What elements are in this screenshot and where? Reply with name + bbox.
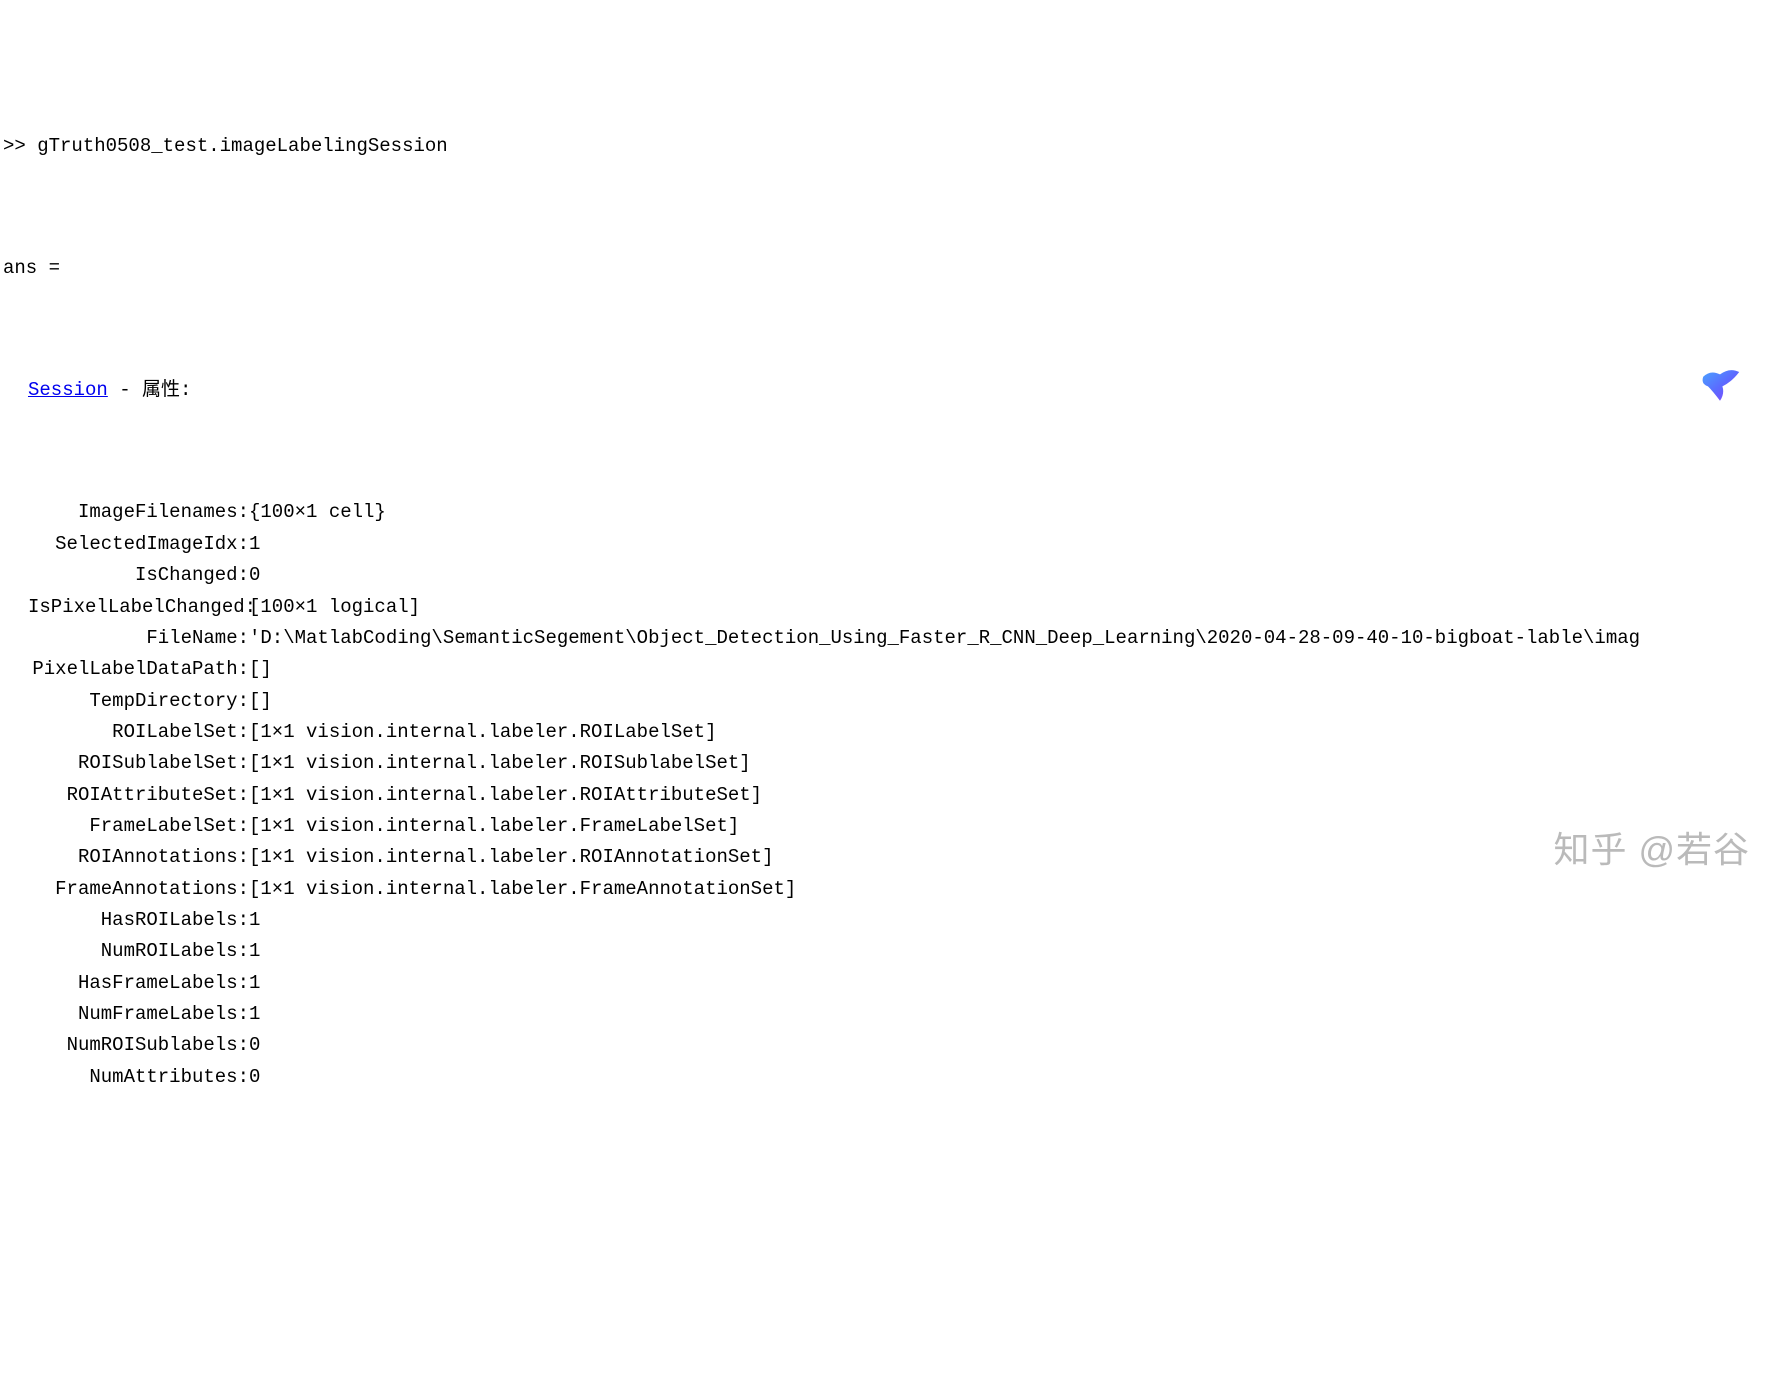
property-name: FrameAnnotations:: [28, 874, 249, 905]
property-name: FileName:: [28, 623, 249, 654]
property-row: NumROISublabels: 0: [0, 1030, 1772, 1061]
property-row: SelectedImageIdx: 1: [0, 529, 1772, 560]
property-value: [1×1 vision.internal.labeler.ROIAttribut…: [249, 780, 762, 811]
property-row: FrameLabelSet: [1×1 vision.internal.labe…: [0, 811, 1772, 842]
session-header: Session - 属性:: [0, 375, 1772, 406]
property-name: ImageFilenames:: [28, 497, 249, 528]
property-value: [1×1 vision.internal.labeler.ROISublabel…: [249, 748, 751, 779]
property-value: 0: [249, 560, 260, 591]
property-value: 1: [249, 529, 260, 560]
property-row: IsPixelLabelChanged: [100×1 logical]: [0, 592, 1772, 623]
property-name: TempDirectory:: [28, 686, 249, 717]
property-name: HasFrameLabels:: [28, 968, 249, 999]
property-value: 0: [249, 1030, 260, 1061]
property-name: FrameLabelSet:: [28, 811, 249, 842]
property-row: HasFrameLabels: 1: [0, 968, 1772, 999]
property-row: ROILabelSet: [1×1 vision.internal.labele…: [0, 717, 1772, 748]
property-row: ROIAnnotations: [1×1 vision.internal.lab…: [0, 842, 1772, 873]
property-value: 1: [249, 905, 260, 936]
property-row: ImageFilenames: {100×1 cell}: [0, 497, 1772, 528]
property-value: [1×1 vision.internal.labeler.FrameLabelS…: [249, 811, 739, 842]
session-link[interactable]: Session: [28, 379, 108, 401]
property-name: PixelLabelDataPath:: [28, 654, 249, 685]
property-row: HasROILabels: 1: [0, 905, 1772, 936]
property-name: ROIAttributeSet:: [28, 780, 249, 811]
property-value: 'D:\MatlabCoding\SemanticSegement\Object…: [249, 623, 1640, 654]
command-text: gTruth0508_test.imageLabelingSession: [37, 135, 447, 157]
property-value: {100×1 cell}: [249, 497, 386, 528]
command-line[interactable]: >> gTruth0508_test.imageLabelingSession: [0, 125, 1772, 162]
property-value: 0: [249, 1062, 260, 1093]
property-name: ROIAnnotations:: [28, 842, 249, 873]
property-name: IsChanged:: [28, 560, 249, 591]
prompt: >>: [3, 135, 37, 157]
property-name: NumAttributes:: [28, 1062, 249, 1093]
property-value: [1×1 vision.internal.labeler.ROILabelSet…: [249, 717, 716, 748]
property-value: []: [249, 686, 272, 717]
property-value: [100×1 logical]: [249, 592, 420, 623]
properties-list: ImageFilenames: {100×1 cell}SelectedImag…: [0, 497, 1772, 1093]
property-name: IsPixelLabelChanged:: [28, 592, 249, 623]
property-value: [1×1 vision.internal.labeler.ROIAnnotati…: [249, 842, 774, 873]
property-name: NumROILabels:: [28, 936, 249, 967]
property-name: ROISublabelSet:: [28, 748, 249, 779]
property-value: [1×1 vision.internal.labeler.FrameAnnota…: [249, 874, 796, 905]
property-value: 1: [249, 999, 260, 1030]
property-name: HasROILabels:: [28, 905, 249, 936]
property-row: ROIAttributeSet: [1×1 vision.internal.la…: [0, 780, 1772, 811]
property-value: 1: [249, 968, 260, 999]
property-row: NumAttributes: 0: [0, 1062, 1772, 1093]
property-row: ROISublabelSet: [1×1 vision.internal.lab…: [0, 748, 1772, 779]
property-row: PixelLabelDataPath: []: [0, 654, 1772, 685]
zhihu-bird-logo: [1684, 348, 1756, 420]
property-name: NumROISublabels:: [28, 1030, 249, 1061]
property-value: 1: [249, 936, 260, 967]
property-row: TempDirectory: []: [0, 686, 1772, 717]
property-value: []: [249, 654, 272, 685]
property-row: IsChanged: 0: [0, 560, 1772, 591]
property-row: FrameAnnotations: [1×1 vision.internal.l…: [0, 874, 1772, 905]
zhihu-watermark-text: 知乎 @若谷: [1553, 820, 1750, 879]
property-row: FileName: 'D:\MatlabCoding\SemanticSegem…: [0, 623, 1772, 654]
property-row: NumROILabels: 1: [0, 936, 1772, 967]
property-name: SelectedImageIdx:: [28, 529, 249, 560]
property-name: NumFrameLabels:: [28, 999, 249, 1030]
session-suffix: - 属性:: [108, 379, 192, 401]
ans-label: ans =: [0, 253, 1772, 284]
property-name: ROILabelSet:: [28, 717, 249, 748]
property-row: NumFrameLabels: 1: [0, 999, 1772, 1030]
